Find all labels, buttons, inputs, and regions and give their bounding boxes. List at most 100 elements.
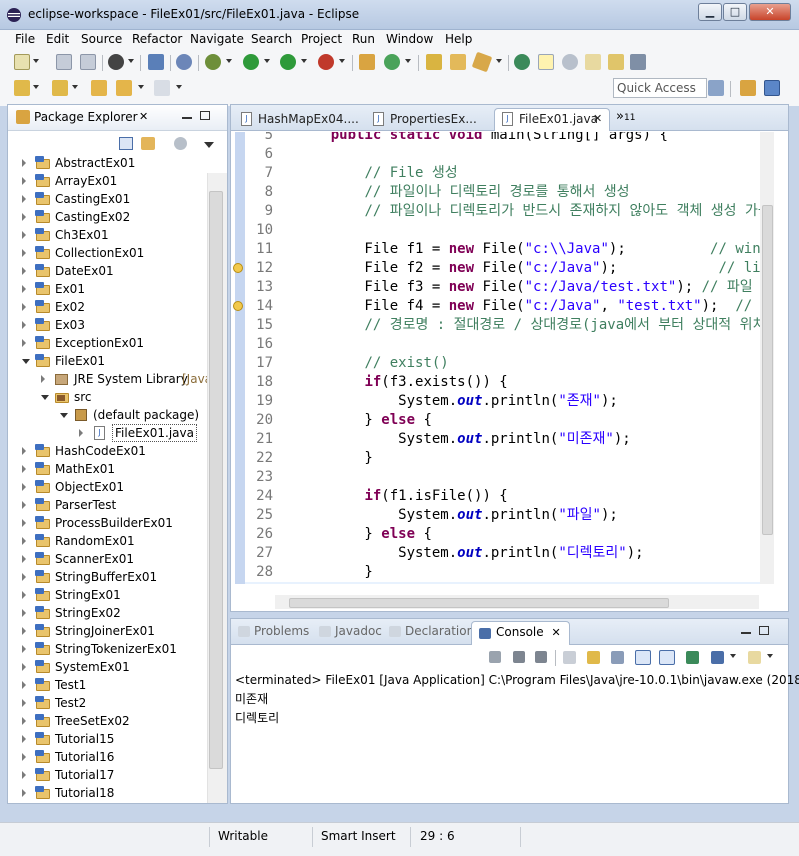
collapsed-arrow-icon[interactable]	[22, 321, 26, 329]
code-line[interactable]: 20 } else {	[245, 411, 774, 430]
collapsed-arrow-icon[interactable]	[22, 177, 26, 185]
next-annotation-dropdown-icon[interactable]	[33, 85, 39, 89]
collapsed-arrow-icon[interactable]	[22, 609, 26, 617]
new-class-dropdown-icon[interactable]	[405, 59, 411, 63]
code-line[interactable]: 14 File f4 = new File("c:/Java", "test.t…	[233, 297, 774, 316]
menu-edit[interactable]: Edit	[46, 32, 69, 46]
tree-item[interactable]: ObjectEx01	[8, 478, 207, 496]
forward-icon[interactable]	[154, 80, 170, 96]
maximize-button[interactable]: □	[723, 3, 747, 21]
new-java-project-icon[interactable]	[359, 54, 375, 70]
collapsed-arrow-icon[interactable]	[22, 627, 26, 635]
tree-item[interactable]: RandomEx01	[8, 532, 207, 550]
code-line[interactable]: 6	[245, 145, 774, 164]
tree-item[interactable]: HashCodeEx01	[8, 442, 207, 460]
code-line[interactable]: 8 // 파일이나 디렉토리 경로를 통해서 생성	[245, 183, 774, 202]
back-dropdown-icon[interactable]	[138, 85, 144, 89]
menu-run[interactable]: Run	[352, 32, 375, 46]
external-tools-icon[interactable]	[318, 54, 334, 70]
link-editor-icon[interactable]	[141, 137, 155, 150]
maximize-view-icon[interactable]	[200, 111, 210, 120]
code-line[interactable]: 27 System.out.println("디렉토리");	[245, 544, 774, 563]
collapsed-arrow-icon[interactable]	[22, 537, 26, 545]
tree-item[interactable]: Tutorial16	[8, 748, 207, 766]
tree-item[interactable]: CastingEx02	[8, 208, 207, 226]
code-line[interactable]: 29 }	[245, 582, 774, 584]
save-icon[interactable]	[56, 54, 72, 70]
tab-javadoc[interactable]: Javadoc	[316, 624, 382, 638]
collapsed-arrow-icon[interactable]	[22, 789, 26, 797]
user-icon[interactable]	[108, 54, 124, 70]
code-line[interactable]: 10	[245, 221, 774, 240]
tab-console[interactable]: Console ✕	[471, 621, 570, 645]
display-console-icon[interactable]	[711, 651, 724, 664]
tree-item[interactable]: Tutorial17	[8, 766, 207, 784]
menu-file[interactable]: File	[15, 32, 35, 46]
tab-problems[interactable]: Problems	[235, 624, 309, 638]
warning-icon[interactable]	[233, 263, 243, 273]
back-icon[interactable]	[116, 80, 132, 96]
open-folder-icon[interactable]	[450, 54, 466, 70]
collapsed-arrow-icon[interactable]	[22, 753, 26, 761]
code-line[interactable]: 26 } else {	[245, 525, 774, 544]
warning-icon[interactable]	[233, 301, 243, 311]
collapsed-arrow-icon[interactable]	[22, 249, 26, 257]
tab-close-icon[interactable]: ✕	[593, 109, 602, 129]
tree-item[interactable]: Test1	[8, 676, 207, 694]
collapsed-arrow-icon[interactable]	[22, 555, 26, 563]
tree-item[interactable]: CastingEx01	[8, 190, 207, 208]
code-line[interactable]: 5 public static void main(String[] args)…	[245, 132, 774, 145]
package-explorer-scroll-thumb[interactable]	[209, 191, 223, 769]
collapsed-arrow-icon[interactable]	[22, 213, 26, 221]
collapsed-arrow-icon[interactable]	[22, 591, 26, 599]
tree-item[interactable]: ExceptionEx01	[8, 334, 207, 352]
code-line[interactable]: 13 File f3 = new File("c:/Java/test.txt"…	[245, 278, 774, 297]
tree-item[interactable]: Ex02	[8, 298, 207, 316]
expanded-arrow-icon[interactable]	[22, 359, 30, 364]
tree-item[interactable]: Ex01	[8, 280, 207, 298]
terminate-icon[interactable]	[489, 651, 501, 663]
overview-ruler[interactable]	[774, 132, 788, 584]
expanded-arrow-icon[interactable]	[60, 413, 68, 418]
tab-overflow-button[interactable]: »11	[616, 109, 635, 124]
code-line[interactable]: 7 // File 생성	[245, 164, 774, 183]
next-annotation-icon[interactable]	[14, 80, 30, 96]
block-selection-icon[interactable]	[562, 54, 578, 70]
collapsed-arrow-icon[interactable]	[22, 771, 26, 779]
coverage-dropdown-icon[interactable]	[301, 59, 307, 63]
external-dropdown-icon[interactable]	[339, 59, 345, 63]
minimize-view-icon[interactable]	[182, 117, 192, 119]
tree-item[interactable]: ParserTest	[8, 496, 207, 514]
collapsed-arrow-icon[interactable]	[22, 231, 26, 239]
editor-h-scroll-thumb[interactable]	[289, 598, 669, 608]
new-class-icon[interactable]	[384, 54, 400, 70]
tab-close-icon[interactable]: ✕	[551, 626, 560, 639]
menu-help[interactable]: Help	[445, 32, 472, 46]
show-stderr-icon[interactable]	[659, 650, 675, 665]
code-line[interactable]: 12 File f2 = new File("c:/Java"); // lin	[233, 259, 774, 278]
run-icon[interactable]	[243, 54, 259, 70]
tree-item[interactable]: Ex03	[8, 316, 207, 334]
quick-access-input[interactable]: Quick Access	[613, 78, 707, 98]
toggle-mark-icon[interactable]	[514, 54, 530, 70]
word-wrap-icon[interactable]	[611, 651, 624, 664]
tree-item[interactable]: StringEx01	[8, 586, 207, 604]
tree-item[interactable]: AbstractEx01	[8, 154, 207, 172]
show-whitespace-icon[interactable]	[585, 54, 601, 70]
search-dropdown-icon[interactable]	[496, 59, 502, 63]
collapsed-arrow-icon[interactable]	[79, 429, 83, 437]
clear-console-icon[interactable]	[563, 651, 576, 664]
pin-icon[interactable]	[176, 54, 192, 70]
debug-dropdown-icon[interactable]	[226, 59, 232, 63]
tab-fileex01[interactable]: J FileEx01.java ✕	[494, 108, 610, 131]
menu-refactor[interactable]: Refactor	[132, 32, 182, 46]
open-console-icon[interactable]	[748, 651, 761, 664]
code-line[interactable]: 19 System.out.println("존재");	[245, 392, 774, 411]
tab-hashmapex04[interactable]: J HashMapEx04....	[233, 108, 361, 131]
tree-item[interactable]: StringEx02	[8, 604, 207, 622]
remove-all-icon[interactable]	[535, 651, 547, 663]
collapsed-arrow-icon[interactable]	[22, 681, 26, 689]
collapsed-arrow-icon[interactable]	[22, 285, 26, 293]
save-all-icon[interactable]	[80, 54, 96, 70]
tree-item[interactable]: (default package)	[8, 406, 207, 424]
